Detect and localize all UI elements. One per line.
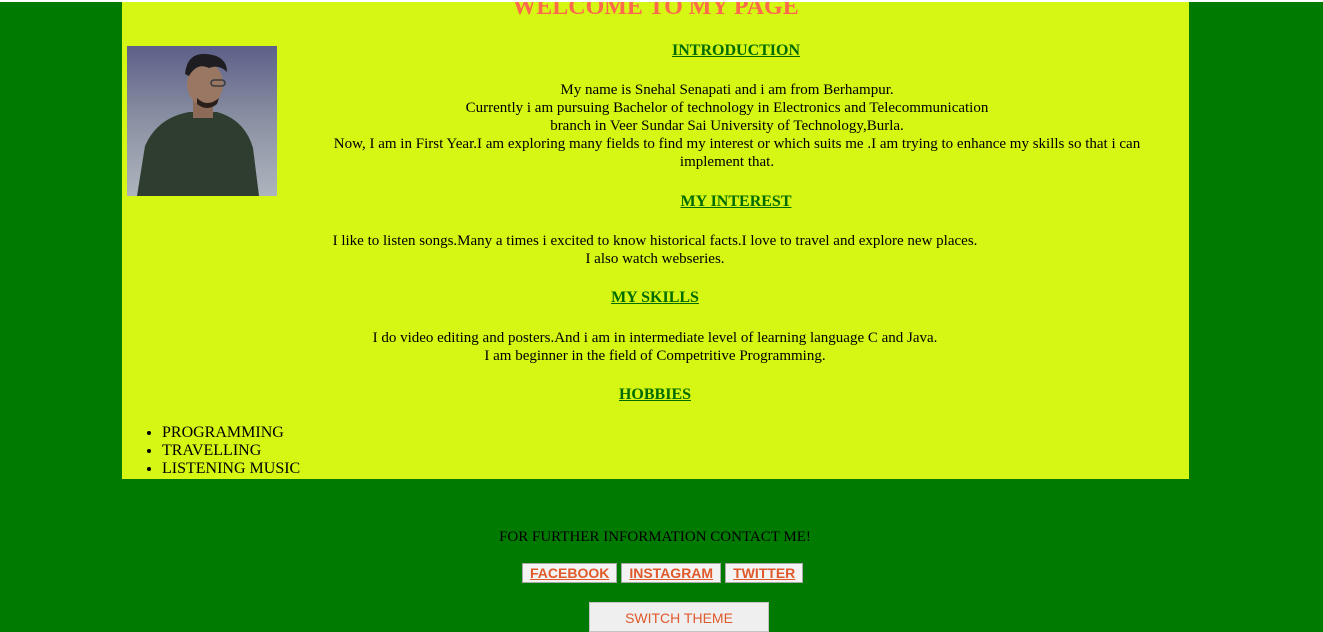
introduction-line-5: implement that. bbox=[679, 154, 775, 170]
facebook-link-button[interactable]: FACEBOOK bbox=[522, 563, 618, 583]
page-title: WELCOME TO MY PAGE bbox=[512, 2, 799, 20]
interest-line-1: I like to listen songs.Many a times i ex… bbox=[332, 233, 978, 249]
list-item: LISTENING MUSIC bbox=[162, 460, 300, 478]
introduction-title: INTRODUCTION bbox=[672, 42, 801, 59]
twitter-link-button[interactable]: TWITTER bbox=[725, 563, 804, 583]
introduction-line-2: Currently i am pursuing Bachelor of tech… bbox=[465, 100, 989, 116]
switch-theme-button[interactable]: SWITCH THEME bbox=[589, 602, 769, 632]
contact-text: FOR FURTHER INFORMATION CONTACT ME! bbox=[499, 529, 811, 545]
skills-line-2: I am beginner in the field of Competriti… bbox=[484, 348, 826, 364]
skills-line-1: I do video editing and posters.And i am … bbox=[372, 330, 938, 346]
interest-title: MY INTEREST bbox=[680, 193, 792, 210]
list-item: TRAVELLING bbox=[162, 442, 300, 460]
social-links: FACEBOOK INSTAGRAM TWITTER bbox=[522, 563, 804, 583]
person-silhouette-icon bbox=[127, 46, 277, 196]
introduction-line-1: My name is Snehal Senapati and i am from… bbox=[560, 82, 894, 98]
list-item: PROGRAMMING bbox=[162, 424, 300, 442]
instagram-link-button[interactable]: INSTAGRAM bbox=[621, 563, 722, 583]
content-panel: WELCOME TO MY PAGE INTRODUCTION My name … bbox=[122, 2, 1189, 479]
hobbies-list: PROGRAMMING TRAVELLING LISTENING MUSIC bbox=[122, 424, 300, 478]
introduction-line-4: Now, I am in First Year.I am exploring m… bbox=[333, 136, 1141, 152]
profile-photo bbox=[127, 46, 277, 196]
introduction-line-3: branch in Veer Sundar Sai University of … bbox=[550, 118, 904, 134]
interest-line-2: I also watch webseries. bbox=[585, 251, 725, 267]
hobbies-title: HOBBIES bbox=[618, 386, 692, 403]
skills-title: MY SKILLS bbox=[611, 289, 699, 306]
